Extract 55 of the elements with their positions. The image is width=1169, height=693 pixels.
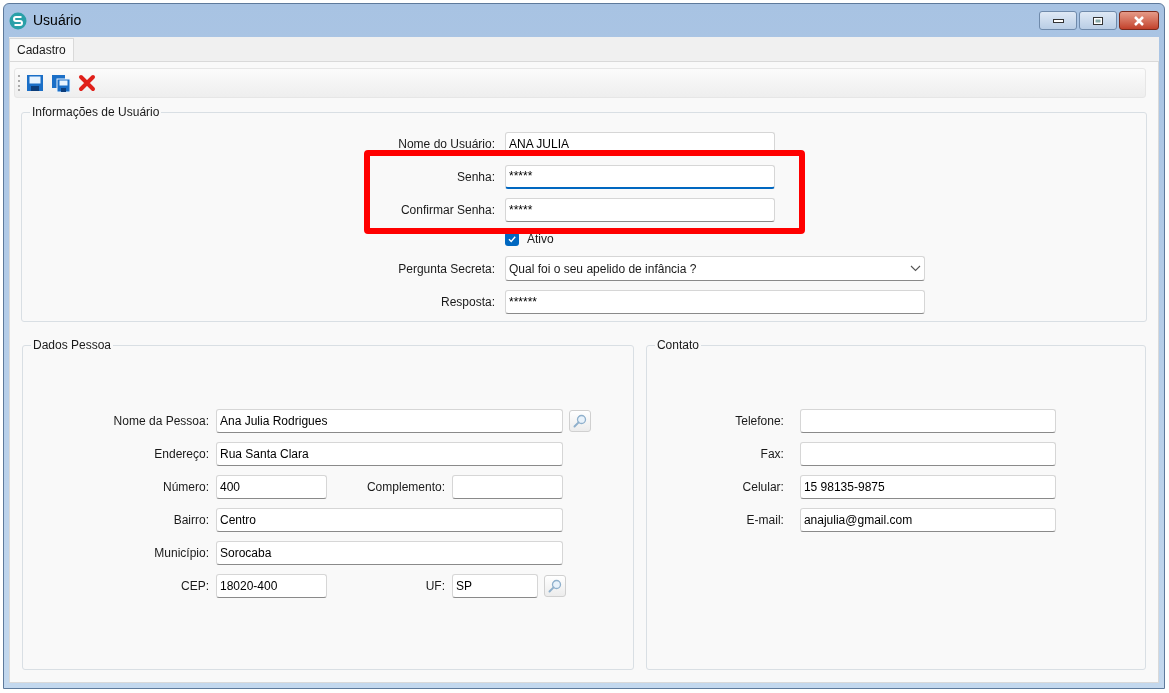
- input-field[interactable]: Rua Santa Clara: [216, 441, 563, 466]
- field-label: Nome do Usuário:: [398, 136, 495, 151]
- input-field[interactable]: [799, 441, 1056, 466]
- minimize-icon: [1052, 18, 1064, 23]
- dropdown[interactable]: Qual foi o seu apelido de infância ?: [505, 256, 925, 281]
- input-field[interactable]: *****: [505, 164, 775, 189]
- group-title: Informações de Usuário: [31, 104, 161, 121]
- field-label: Telefone:: [735, 413, 784, 428]
- field-label: Endereço:: [154, 446, 209, 461]
- field-label: E-mail:: [746, 512, 784, 527]
- maximize-icon: [1093, 16, 1103, 25]
- field-label: Celular:: [742, 479, 784, 494]
- field-label: Complemento:: [366, 479, 445, 494]
- field-label: Município:: [154, 545, 209, 560]
- input-field[interactable]: 18020-400: [216, 573, 327, 598]
- input-field[interactable]: [799, 408, 1056, 433]
- save-all-button[interactable]: [50, 72, 72, 94]
- field-label: Confirmar Senha:: [400, 202, 495, 217]
- field-label: CEP:: [181, 578, 209, 593]
- field-label: UF:: [425, 578, 445, 593]
- input-field[interactable]: SP: [452, 573, 538, 598]
- input-field[interactable]: *****: [505, 197, 775, 222]
- group-title: Contato: [655, 337, 700, 354]
- close-icon: [1133, 15, 1145, 26]
- chevron-down-icon: [910, 265, 921, 272]
- input-field[interactable]: anajulia@gmail.com: [799, 507, 1056, 532]
- cancel-button[interactable]: [76, 72, 98, 94]
- close-button[interactable]: [1119, 11, 1159, 30]
- field-label: Pergunta Secreta:: [398, 261, 495, 276]
- x-icon: [78, 74, 96, 92]
- field-label: Senha:: [456, 169, 495, 184]
- field-label: Fax:: [760, 446, 784, 461]
- field-label: Nome da Pessoa:: [113, 413, 209, 428]
- input-field[interactable]: Ana Julia Rodrigues: [216, 408, 563, 433]
- input-field[interactable]: Centro: [216, 507, 563, 532]
- floppy-disks-icon: [51, 73, 71, 93]
- save-button[interactable]: [24, 72, 46, 94]
- group-title: Dados Pessoa: [32, 337, 113, 354]
- search-icon: [573, 413, 587, 428]
- checkmark-icon: [507, 234, 517, 244]
- checkbox-label: Ativo: [527, 231, 554, 248]
- minimize-button[interactable]: [1039, 11, 1077, 30]
- input-field[interactable]: 15 98135-9875: [799, 474, 1056, 499]
- search-icon: [548, 578, 562, 593]
- window-title: Usuário: [33, 11, 82, 30]
- maximize-button[interactable]: [1079, 11, 1117, 30]
- input-field[interactable]: Sorocaba: [216, 540, 563, 565]
- input-field[interactable]: [452, 474, 563, 499]
- tab[interactable]: Cadastro: [9, 38, 74, 61]
- app-logo-icon: [9, 11, 27, 30]
- field-label: Número:: [163, 479, 209, 494]
- field-label: Bairro:: [173, 512, 209, 527]
- field-label: Resposta:: [440, 294, 495, 309]
- input-field[interactable]: ******: [505, 289, 925, 314]
- input-field[interactable]: 400: [216, 474, 327, 499]
